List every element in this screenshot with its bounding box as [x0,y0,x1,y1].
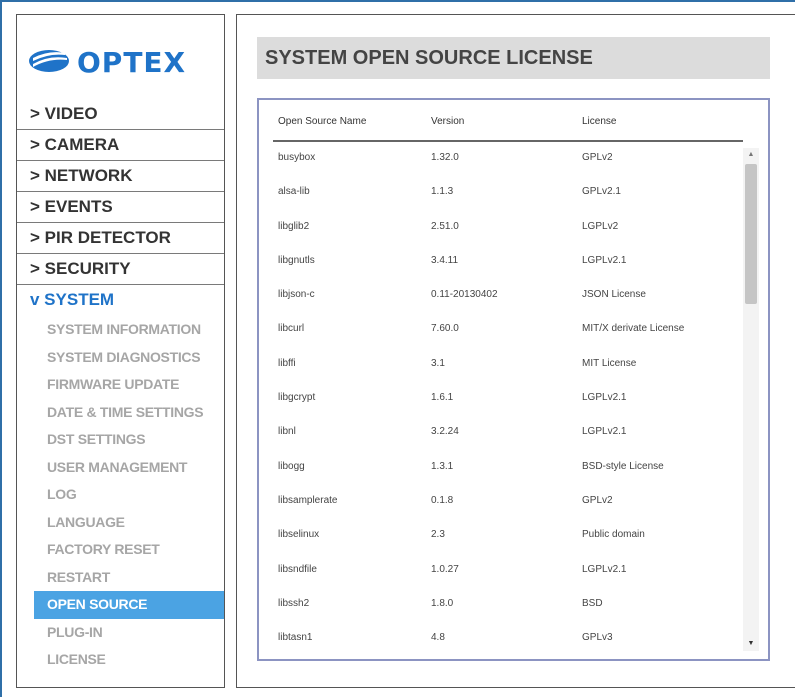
table-header: Open Source Name Version License [273,108,743,142]
table-row: libffi 3.1 MIT License [273,354,743,388]
submenu-language[interactable]: LANGUAGE [17,509,224,537]
svg-text:OPTEX: OPTEX [77,46,186,79]
cell-version: 3.1 [431,357,445,369]
table-row: libogg 1.3.1 BSD-style License [273,457,743,491]
table-row: libsamplerate 0.1.8 GPLv2 [273,491,743,525]
cell-name: libgnutls [278,254,315,266]
cell-version: 2.51.0 [431,220,459,232]
main-menu: > VIDEO > CAMERA > NETWORK > EVENTS > PI… [17,99,224,674]
cell-license: MIT/X derivate License [582,323,685,335]
submenu-open-source[interactable]: OPEN SOURCE [34,591,224,619]
header-version: Version [431,116,465,127]
cell-name: libnl [278,426,296,438]
submenu-system-information[interactable]: SYSTEM INFORMATION [17,316,224,344]
cell-version: 2.3 [431,529,445,541]
cell-name: libogg [278,460,305,472]
scroll-down-arrow-icon[interactable]: ▼ [743,637,759,651]
table-body: busybox 1.32.0 GPLv2 alsa-lib 1.1.3 GPLv2.1 li… [273,148,743,651]
table-row: libglib2 2.51.0 LGPLv2 [273,217,743,251]
cell-license: Public domain [582,529,645,541]
menu-camera[interactable]: > CAMERA [17,130,224,161]
cell-license: LGPLv2.1 [582,254,627,266]
submenu-license[interactable]: LICENSE [17,646,224,674]
table-row: alsa-lib 1.1.3 GPLv2.1 [273,182,743,216]
cell-license: GPLv2 [582,494,613,506]
table-scrollbar[interactable]: ▲ ▼ [743,148,759,651]
table-row: busybox 1.32.0 GPLv2 [273,148,743,182]
table-row: libnl 3.2.24 LGPLv2.1 [273,422,743,456]
cell-name: libjson-c [278,289,315,301]
scroll-up-arrow-icon[interactable]: ▲ [743,148,759,162]
header-open-source-name: Open Source Name [278,116,367,127]
cell-version: 4.8 [431,632,445,644]
cell-name: libglib2 [278,220,310,232]
cell-version: 1.6.1 [431,392,454,404]
table-row: libjson-c 0.11-20130402 JSON License [273,285,743,319]
cell-name: libsamplerate [278,494,338,506]
table-row: libtasn1 4.8 GPLv3 [273,628,743,651]
system-submenu: SYSTEM INFORMATION SYSTEM DIAGNOSTICS FI… [17,316,224,674]
table-row: libgcrypt 1.6.1 LGPLv2.1 [273,388,743,422]
cell-license: BSD-style License [582,460,664,472]
cell-license: LGPLv2.1 [582,392,627,404]
table-row: libselinux 2.3 Public domain [273,525,743,559]
table-row: libsndfile 1.0.27 LGPLv2.1 [273,560,743,594]
menu-security[interactable]: > SECURITY [17,254,224,285]
cell-name: libtasn1 [278,632,313,644]
menu-pir-detector[interactable]: > PIR DETECTOR [17,223,224,254]
cell-license: GPLv3 [582,632,613,644]
table-row: libcurl 7.60.0 MIT/X derivate License [273,319,743,353]
menu-system[interactable]: v SYSTEM [17,285,224,316]
submenu-system-diagnostics[interactable]: SYSTEM DIAGNOSTICS [17,344,224,372]
cell-version: 0.1.8 [431,494,454,506]
submenu-restart[interactable]: RESTART [17,564,224,592]
cell-license: BSD [582,597,603,609]
header-license: License [582,116,617,127]
cell-license: LGPLv2 [582,220,619,232]
cell-name: libssh2 [278,597,310,609]
submenu-firmware-update[interactable]: FIRMWARE UPDATE [17,371,224,399]
cell-name: libffi [278,357,296,369]
page-title: SYSTEM OPEN SOURCE LICENSE [257,37,770,79]
cell-name: alsa-lib [278,186,310,198]
cell-version: 1.0.27 [431,563,459,575]
submenu-factory-reset[interactable]: FACTORY RESET [17,536,224,564]
cell-version: 1.8.0 [431,597,454,609]
cell-name: busybox [278,152,316,163]
cell-version: 7.60.0 [431,323,459,335]
submenu-plug-in[interactable]: PLUG-IN [17,619,224,647]
cell-license: GPLv2 [582,152,613,163]
cell-version: 0.11-20130402 [431,289,498,301]
sidebar: OPTEX > VIDEO > CAMERA > NETWORK > EVENT… [16,14,225,688]
submenu-date-time-settings[interactable]: DATE & TIME SETTINGS [17,399,224,427]
cell-version: 1.3.1 [431,460,454,472]
cell-license: JSON License [582,289,646,301]
cell-license: LGPLv2.1 [582,563,627,575]
cell-license: GPLv2.1 [582,186,621,198]
cell-version: 1.32.0 [431,152,459,163]
cell-name: libcurl [278,323,305,335]
submenu-dst-settings[interactable]: DST SETTINGS [17,426,224,454]
cell-version: 3.2.24 [431,426,459,438]
submenu-log[interactable]: LOG [17,481,224,509]
menu-network[interactable]: > NETWORK [17,161,224,192]
cell-version: 3.4.11 [431,254,459,266]
optex-logo: OPTEX [27,35,217,85]
cell-version: 1.1.3 [431,186,454,198]
submenu-user-management[interactable]: USER MANAGEMENT [17,454,224,482]
main-content: SYSTEM OPEN SOURCE LICENSE Open Source N… [236,14,795,688]
cell-name: libselinux [278,529,320,541]
cell-name: libgcrypt [278,392,316,404]
table-row: libssh2 1.8.0 BSD [273,594,743,628]
menu-video[interactable]: > VIDEO [17,99,224,130]
cell-license: MIT License [582,357,637,369]
menu-events[interactable]: > EVENTS [17,192,224,223]
table-row: libgnutls 3.4.11 LGPLv2.1 [273,251,743,285]
cell-license: LGPLv2.1 [582,426,627,438]
scroll-thumb[interactable] [745,164,757,304]
license-table-panel: Open Source Name Version License busybox… [257,98,770,661]
cell-name: libsndfile [278,563,317,575]
